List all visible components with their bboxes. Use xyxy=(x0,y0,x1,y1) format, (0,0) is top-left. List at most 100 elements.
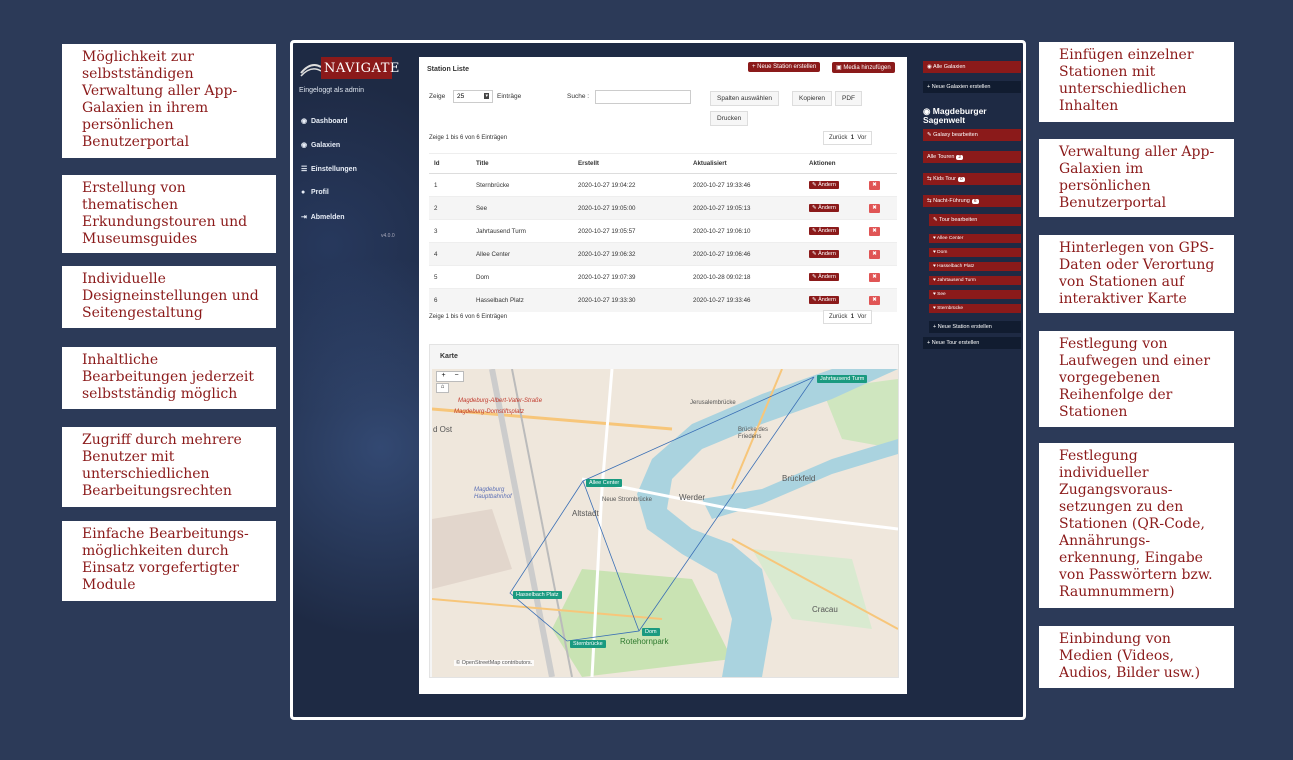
tour-count-badge: 2 xyxy=(956,155,964,160)
edit-station-button[interactable]: ✎ Ändern xyxy=(809,273,839,281)
map-label: Werder xyxy=(679,493,706,502)
edit-tour-button[interactable]: ✎ Tour bearbeiten xyxy=(929,214,1021,226)
station-id: 3 xyxy=(429,219,471,243)
sidebar-station-item[interactable]: ♥ Sternbrücke xyxy=(929,304,1021,313)
new-station-sidebar-button[interactable]: + Neue Station erstellen xyxy=(929,321,1021,333)
station-id: 1 xyxy=(429,173,471,197)
sidebar-station-item[interactable]: ♥ See xyxy=(929,290,1021,299)
station-created: 2020-10-27 19:07:39 xyxy=(573,265,688,289)
navigate-logo[interactable]: NAVIGATE xyxy=(299,57,399,85)
new-tour-button[interactable]: + Neue Tour erstellen xyxy=(923,337,1021,349)
current-page[interactable]: 1 xyxy=(851,135,854,141)
station-table: Id Title Erstellt Aktualisiert Aktionen … xyxy=(429,153,897,312)
edit-station-button[interactable]: ✎ Ändern xyxy=(809,296,839,305)
add-media-button[interactable]: ▣ Media hinzufügen xyxy=(832,62,895,73)
trash-icon[interactable]: ✖ xyxy=(869,226,880,236)
column-header-created[interactable]: Erstellt xyxy=(573,153,688,174)
map-label: Jerusalembrücke xyxy=(690,400,736,406)
station-map[interactable]: + − ⌂ Magdeburg-Albert-Vater-Straße Magde… xyxy=(432,369,898,677)
next-page-button[interactable]: Vor xyxy=(857,135,866,141)
map-label: Altstadt xyxy=(572,509,599,518)
nav-abmelden[interactable]: ⇥ Abmelden xyxy=(301,213,345,221)
column-header-title[interactable]: Title xyxy=(471,153,573,174)
feature-note: Festlegung von Laufwegen und einer vorge… xyxy=(1039,331,1234,427)
night-tour-button[interactable]: ⇆ Nacht-Führung 6 xyxy=(923,195,1021,207)
nav-profil[interactable]: ● Profil xyxy=(301,189,329,196)
app-screenshot: NAVIGATE Eingeloggt als admin ◉ Dashboar… xyxy=(290,40,1026,720)
trash-icon[interactable]: ✖ xyxy=(869,203,880,213)
station-title: Hasselbach Platz xyxy=(471,288,573,312)
sidebar-station-item[interactable]: ♥ Allee Center xyxy=(929,234,1021,243)
prev-page-button[interactable]: Zurück xyxy=(829,314,847,320)
trash-icon[interactable]: ✖ xyxy=(869,272,880,282)
nav-einstellungen[interactable]: ☰ Einstellungen xyxy=(301,165,357,173)
edit-station-button[interactable]: ✎ Ändern xyxy=(809,204,839,212)
search-input[interactable] xyxy=(595,90,691,104)
all-tours-button[interactable]: Alle Touren 2 xyxy=(923,151,1021,163)
edit-station-button[interactable]: ✎ Ändern xyxy=(809,181,839,189)
new-station-button[interactable]: + Neue Station erstellen xyxy=(748,62,821,72)
table-row: 4 Allee Center 2020-10-27 19:06:32 2020-10-… xyxy=(429,242,897,266)
station-created: 2020-10-27 19:33:30 xyxy=(573,288,688,312)
station-updated: 2020-10-28 09:02:18 xyxy=(688,265,804,289)
map-background xyxy=(432,369,898,677)
kids-tour-button[interactable]: ⇆ Kids Tour 0 xyxy=(923,173,1021,185)
actions-cell: ✎ Ändern xyxy=(804,196,864,220)
new-galaxy-button[interactable]: + Neue Galaxien erstellen xyxy=(923,81,1021,93)
map-marker-allee-center[interactable]: Allee Center xyxy=(586,479,623,487)
station-created: 2020-10-27 19:04:22 xyxy=(573,173,688,197)
column-header-id[interactable]: Id xyxy=(429,153,471,174)
table-info: Zeige 1 bis 6 von 6 Einträgen xyxy=(429,135,508,141)
map-label: Cracau xyxy=(812,605,838,614)
delete-cell: ✖ xyxy=(864,242,897,266)
copy-button[interactable]: Kopieren xyxy=(792,91,833,106)
print-button[interactable]: Drucken xyxy=(710,111,749,126)
zoom-out-button[interactable]: − xyxy=(450,372,463,379)
map-label: Neue Strombrücke xyxy=(602,497,653,503)
map-card: Karte + − ⌂ Magdeburg-Albert-Vater-Straß… xyxy=(429,344,899,678)
column-select-button[interactable]: Spalten auswählen xyxy=(710,91,779,106)
feature-note: Verwaltung aller App-Galaxien im persönl… xyxy=(1039,139,1234,217)
nav-galaxien[interactable]: ◉ Galaxien xyxy=(301,141,340,149)
trash-icon[interactable]: ✖ xyxy=(869,249,880,259)
station-updated: 2020-10-27 19:33:46 xyxy=(688,173,804,197)
all-galaxies-button[interactable]: ◉ Alle Galaxien xyxy=(923,61,1021,73)
map-marker-sternbruecke[interactable]: Sternbrücke xyxy=(570,640,606,648)
nav-dashboard[interactable]: ◉ Dashboard xyxy=(301,117,348,125)
feature-note: Festlegung individueller Zugangsvoraus-s… xyxy=(1039,443,1234,608)
map-marker-hasselbach-platz[interactable]: Hasselbach Platz xyxy=(513,591,562,599)
delete-cell: ✖ xyxy=(864,288,897,312)
column-header-updated[interactable]: Aktualisiert xyxy=(688,153,804,174)
station-count-badge: 6 xyxy=(971,199,979,204)
table-row: 3 Jahrtausend Turm 2020-10-27 19:05:57 2020… xyxy=(429,219,897,243)
feature-note: Hinterlegen von GPS-Daten oder Verortung… xyxy=(1039,235,1234,313)
map-marker-dom[interactable]: Dom xyxy=(642,628,660,636)
edit-galaxy-button[interactable]: ✎ Galaxy bearbeiten xyxy=(923,129,1021,141)
sidebar-station-item[interactable]: ♥ Dom xyxy=(929,248,1021,257)
station-title: Allee Center xyxy=(471,242,573,266)
show-label: Zeige xyxy=(429,93,446,100)
table-row: 6 Hasselbach Platz 2020-10-27 19:33:30 2020… xyxy=(429,288,897,312)
page-size-select[interactable]: 25 ▾ xyxy=(453,90,493,103)
zoom-in-button[interactable]: + xyxy=(437,372,450,379)
sidebar-station-item[interactable]: ♥ Hasselbach Platz xyxy=(929,262,1021,271)
edit-station-button[interactable]: ✎ Ändern xyxy=(809,227,839,235)
search-label: Suche : xyxy=(567,93,590,100)
actions-cell: ✎ Ändern xyxy=(804,219,864,243)
station-id: 4 xyxy=(429,242,471,266)
prev-page-button[interactable]: Zurück xyxy=(829,135,847,141)
logo-icon xyxy=(300,64,322,77)
home-icon[interactable]: ⌂ xyxy=(436,383,449,393)
map-marker-jahrtausend-turm[interactable]: Jahrtausend Turm xyxy=(817,375,868,383)
current-page[interactable]: 1 xyxy=(851,314,854,320)
trash-icon[interactable]: ✖ xyxy=(869,295,880,305)
map-attribution[interactable]: © OpenStreetMap contributors. xyxy=(454,660,535,666)
kids-tour-label: ⇆ Kids Tour xyxy=(927,176,956,182)
next-page-button[interactable]: Vor xyxy=(857,314,866,320)
station-updated: 2020-10-27 19:06:10 xyxy=(688,219,804,243)
station-title: Jahrtausend Turm xyxy=(471,219,573,243)
trash-icon[interactable]: ✖ xyxy=(869,180,880,190)
pdf-button[interactable]: PDF xyxy=(835,91,862,106)
edit-station-button[interactable]: ✎ Ändern xyxy=(809,250,839,258)
sidebar-station-item[interactable]: ♥ Jahrtausend Turm xyxy=(929,276,1021,285)
